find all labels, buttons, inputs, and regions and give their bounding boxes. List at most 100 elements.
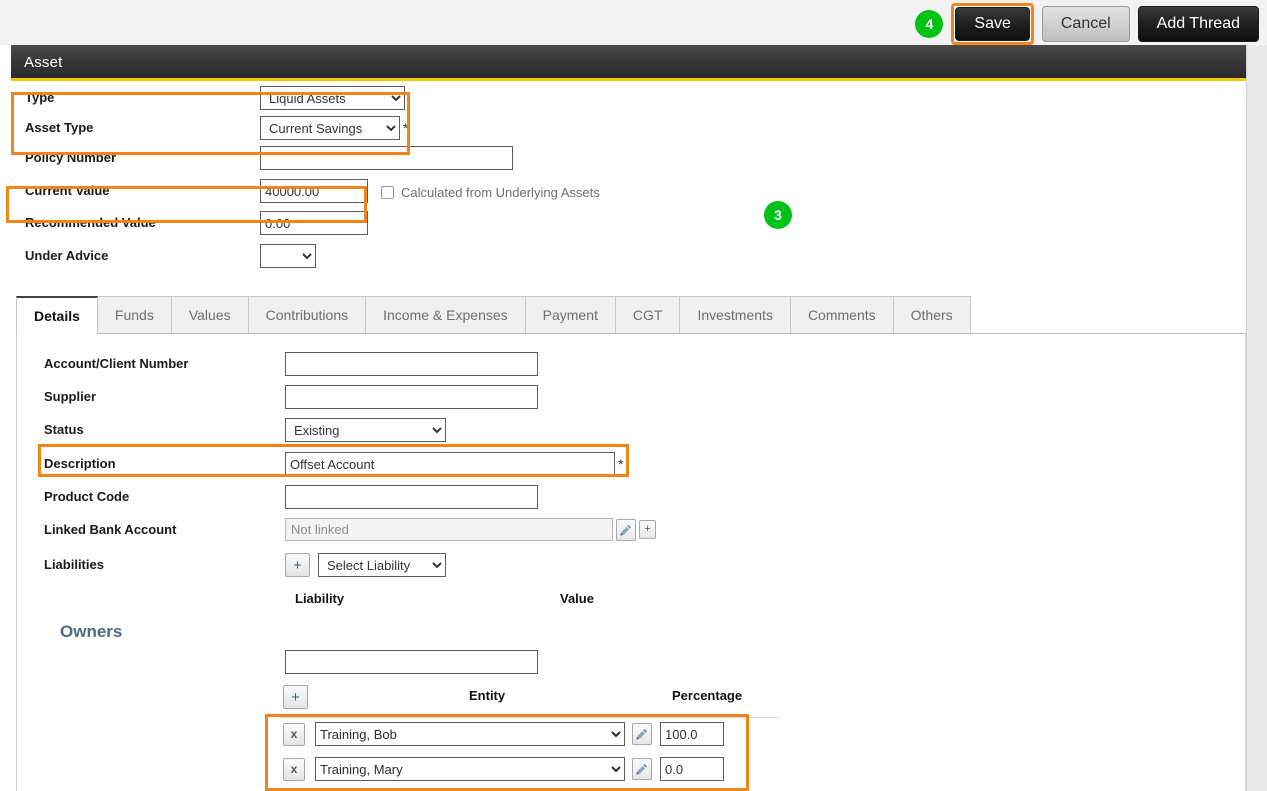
- remove-owner-button-1[interactable]: x: [283, 722, 305, 746]
- current-value-control: [260, 179, 368, 203]
- page-right-gutter: [1246, 45, 1267, 791]
- asset-header-form: Type Liquid Assets Asset Type Current Sa…: [0, 84, 1267, 272]
- pencil-icon-owner-2[interactable]: [632, 758, 652, 780]
- detail-row-product-code: Product Code: [17, 480, 1245, 513]
- owners-divider: [279, 717, 779, 718]
- account-client-number-label: Account/Client Number: [44, 356, 189, 371]
- tab-bar: Details Funds Values Contributions Incom…: [16, 296, 1246, 334]
- linked-bank-account-control: +: [285, 518, 656, 541]
- tab-values[interactable]: Values: [171, 296, 249, 333]
- detail-row-account-client-number: Account/Client Number: [17, 349, 1245, 382]
- calculated-from-underlying-assets-row[interactable]: Calculated from Underlying Assets: [381, 185, 600, 200]
- add-owner-control: +: [283, 685, 308, 709]
- entity-column-header: Entity: [469, 688, 506, 703]
- page-title: Asset: [24, 54, 63, 71]
- remove-owner-button-2[interactable]: x: [283, 757, 305, 781]
- status-label: Status: [44, 422, 84, 437]
- account-client-number-control: [285, 352, 538, 376]
- supplier-control: [285, 385, 538, 409]
- percentage-column-header: Percentage: [672, 688, 743, 703]
- product-code-input[interactable]: [285, 485, 538, 509]
- detail-row-linked-bank-account: Linked Bank Account +: [17, 513, 1245, 547]
- under-advice-select[interactable]: [260, 244, 316, 268]
- liability-column-header: Liability: [295, 591, 345, 606]
- calculated-from-underlying-assets-label: Calculated from Underlying Assets: [401, 185, 600, 200]
- add-owner-button[interactable]: +: [283, 685, 308, 709]
- add-thread-button[interactable]: Add Thread: [1137, 6, 1259, 42]
- current-value-label: Current Value: [25, 183, 110, 198]
- pencil-icon-owner-1[interactable]: [632, 723, 652, 745]
- owner-percentage-input-2[interactable]: [660, 757, 724, 781]
- status-control: Existing: [285, 418, 446, 442]
- calculated-from-underlying-assets-checkbox[interactable]: [381, 186, 394, 199]
- field-row-current-value: Current Value Calculated from Underlying…: [0, 174, 1267, 207]
- description-input[interactable]: [285, 452, 615, 476]
- type-control: Liquid Assets: [260, 86, 405, 110]
- liabilities-label: Liabilities: [44, 557, 104, 572]
- type-label: Type: [25, 90, 55, 105]
- tab-contributions[interactable]: Contributions: [248, 296, 367, 333]
- owner-entity-select-1[interactable]: Training, Bob: [315, 722, 625, 746]
- description-label: Description: [44, 456, 116, 471]
- recommended-value-input[interactable]: [260, 211, 368, 235]
- select-liability-dropdown[interactable]: Select Liability: [318, 553, 446, 577]
- top-toolbar: 4 Save Cancel Add Thread: [0, 0, 1267, 45]
- plus-icon-linked-bank-account[interactable]: +: [639, 520, 656, 539]
- owners-section-title: Owners: [60, 622, 123, 641]
- policy-number-input[interactable]: [260, 146, 513, 170]
- liabilities-table-header: Liability Value: [17, 585, 1245, 615]
- supplier-label: Supplier: [44, 389, 97, 404]
- description-control: *: [285, 452, 623, 476]
- owner-entity-select-2[interactable]: Training, Mary: [315, 757, 625, 781]
- recommended-value-label: Recommended Value: [25, 215, 156, 230]
- tab-investments[interactable]: Investments: [680, 296, 791, 333]
- asset-type-label: Asset Type: [25, 120, 94, 135]
- asset-panel-header: Asset: [11, 45, 1267, 81]
- field-row-recommended-value: Recommended Value: [0, 207, 1267, 240]
- account-client-number-input[interactable]: [285, 352, 538, 376]
- pencil-icon-linked-bank-account[interactable]: [616, 518, 636, 541]
- liabilities-control: + Select Liability: [285, 553, 446, 577]
- step-badge-3: 3: [764, 201, 792, 229]
- field-row-policy-number: Policy Number: [0, 144, 1267, 174]
- owner-row-1: x Training, Bob: [283, 722, 724, 746]
- policy-number-control: [260, 146, 513, 170]
- under-advice-label: Under Advice: [25, 248, 109, 263]
- details-tab-panel: Account/Client Number Supplier Status Ex…: [16, 334, 1246, 791]
- current-value-input[interactable]: [260, 179, 368, 203]
- field-row-asset-type: Asset Type Current Savings *: [0, 114, 1267, 144]
- save-button[interactable]: Save: [955, 7, 1030, 41]
- asset-type-select[interactable]: Current Savings: [260, 116, 400, 140]
- field-row-type: Type Liquid Assets: [0, 84, 1267, 114]
- owners-search-control: [285, 650, 538, 674]
- owner-row-2: x Training, Mary: [283, 757, 724, 781]
- tab-comments[interactable]: Comments: [790, 296, 894, 333]
- owner-percentage-input-1[interactable]: [660, 722, 724, 746]
- toolbar-actions: 4 Save Cancel Add Thread: [915, 3, 1259, 45]
- owners-search-input[interactable]: [285, 650, 538, 674]
- tab-funds[interactable]: Funds: [97, 296, 172, 333]
- detail-row-description: Description *: [17, 447, 1245, 480]
- supplier-input[interactable]: [285, 385, 538, 409]
- step-badge-4: 4: [915, 10, 944, 38]
- policy-number-label: Policy Number: [25, 150, 117, 165]
- tab-cgt[interactable]: CGT: [615, 296, 681, 333]
- detail-row-status: Status Existing: [17, 415, 1245, 447]
- status-select[interactable]: Existing: [285, 418, 446, 442]
- detail-row-liabilities: Liabilities + Select Liability: [17, 547, 1245, 585]
- description-required-mark: *: [618, 456, 624, 472]
- save-button-highlight: Save: [951, 3, 1034, 45]
- detail-row-supplier: Supplier: [17, 382, 1245, 415]
- under-advice-control: [260, 244, 316, 268]
- type-select[interactable]: Liquid Assets: [260, 86, 405, 110]
- tab-payment[interactable]: Payment: [525, 296, 616, 333]
- value-column-header: Value: [560, 591, 594, 606]
- cancel-button[interactable]: Cancel: [1041, 6, 1130, 42]
- tab-income-expenses[interactable]: Income & Expenses: [366, 296, 526, 333]
- tab-details[interactable]: Details: [16, 296, 98, 334]
- tab-others[interactable]: Others: [893, 296, 971, 333]
- add-liability-button[interactable]: +: [285, 553, 310, 577]
- linked-bank-account-input[interactable]: [285, 518, 613, 541]
- recommended-value-control: [260, 211, 368, 235]
- product-code-control: [285, 485, 538, 509]
